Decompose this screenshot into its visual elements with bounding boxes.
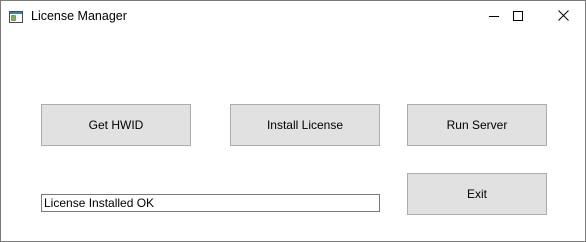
close-icon bbox=[557, 8, 569, 26]
maximize-button[interactable] bbox=[495, 1, 541, 32]
maximize-icon bbox=[513, 8, 523, 26]
status-field[interactable]: License Installed OK bbox=[41, 194, 380, 212]
exit-button[interactable]: Exit bbox=[407, 173, 547, 215]
install-license-button[interactable]: Install License bbox=[230, 104, 380, 146]
window-title: License Manager bbox=[31, 9, 127, 23]
window-app-icon bbox=[9, 10, 23, 23]
run-server-button[interactable]: Run Server bbox=[407, 104, 547, 146]
title-bar[interactable]: License Manager bbox=[1, 1, 585, 32]
close-button[interactable] bbox=[540, 1, 586, 32]
license-manager-window: License Manager Get HWID Install License… bbox=[0, 0, 586, 242]
get-hwid-button[interactable]: Get HWID bbox=[41, 104, 191, 146]
